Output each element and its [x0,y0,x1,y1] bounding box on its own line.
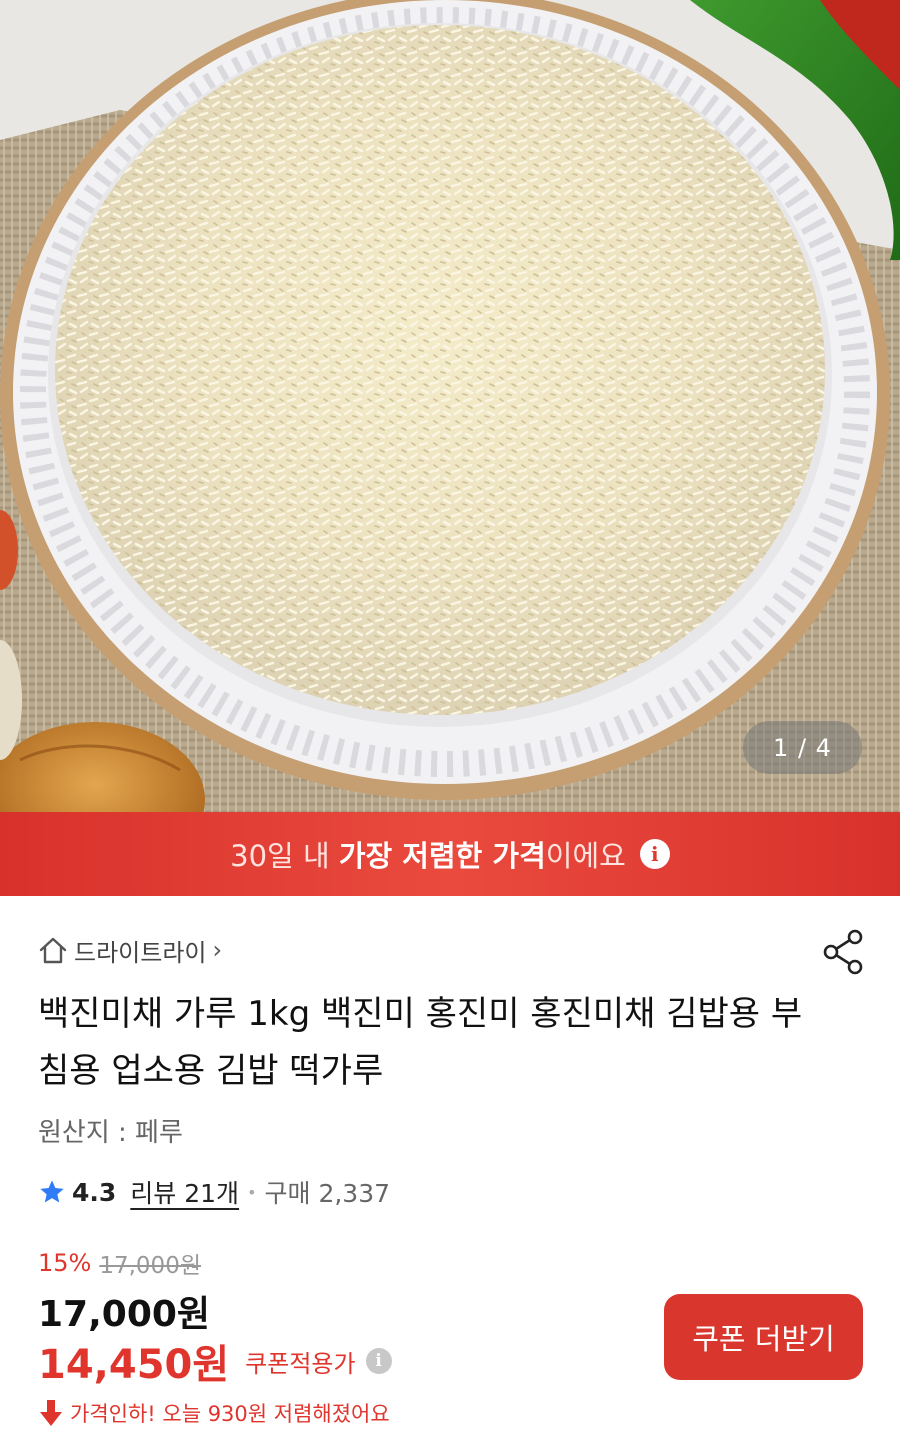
image-pager-counter: 1 / 4 [743,721,862,774]
separator-dot: • [247,1182,257,1202]
lowest-price-banner[interactable]: 30일 내 가장 저렴한 가격 이에요 i [0,812,900,896]
product-image-gallery[interactable]: 1 / 4 [0,0,900,812]
chevron-right-icon: › [212,936,223,964]
coupon-price-label: 쿠폰적용가 [245,1349,356,1378]
store-link[interactable]: 드라이트라이 › [38,930,222,970]
product-photo [0,0,900,812]
sale-price: 17,000원 [38,1294,211,1335]
store-name: 드라이트라이 [74,938,207,967]
coupon-info-icon[interactable]: i [365,1348,392,1374]
discount-row: 15% 17,000원 [38,1246,201,1280]
product-title: 백진미채 가루 1kg 백진미 홍진미 홍진미채 김밥용 부침용 업소용 김밥 … [38,994,803,1091]
purchase-count: 구매 2,337 [264,1179,391,1208]
banner-suffix: 이에요 [545,839,626,873]
rating-summary: 4.3 리뷰 21개 • 구매 2,337 [38,1172,390,1212]
info-icon[interactable]: i [639,839,670,869]
coupon-price: 14,450원 [38,1342,230,1388]
price-drop-text: 가격인하! 오늘 930원 저렴해졌어요 [70,1402,390,1426]
discount-rate: 15% [38,1249,92,1277]
arrow-down-icon [40,1400,62,1426]
share-icon [823,929,863,975]
banner-highlight: 가장 저렴한 가격 [338,839,546,873]
coupon-price-row: 14,450원 쿠폰적용가 i [38,1332,392,1390]
price-drop-notice: 가격인하! 오늘 930원 저렴해졌어요 [38,1398,390,1428]
home-icon [39,937,67,964]
original-price: 17,000원 [99,1253,201,1279]
banner-prefix: 30일 내 [230,839,339,873]
rating-value: 4.3 [72,1177,117,1207]
product-origin: 원산지 : 페루 [38,1118,183,1148]
share-button[interactable] [818,926,870,978]
get-more-coupons-button[interactable]: 쿠폰 더받기 [664,1294,863,1380]
star-icon [40,1180,64,1203]
reviews-link[interactable]: 리뷰 21개 [130,1174,239,1210]
